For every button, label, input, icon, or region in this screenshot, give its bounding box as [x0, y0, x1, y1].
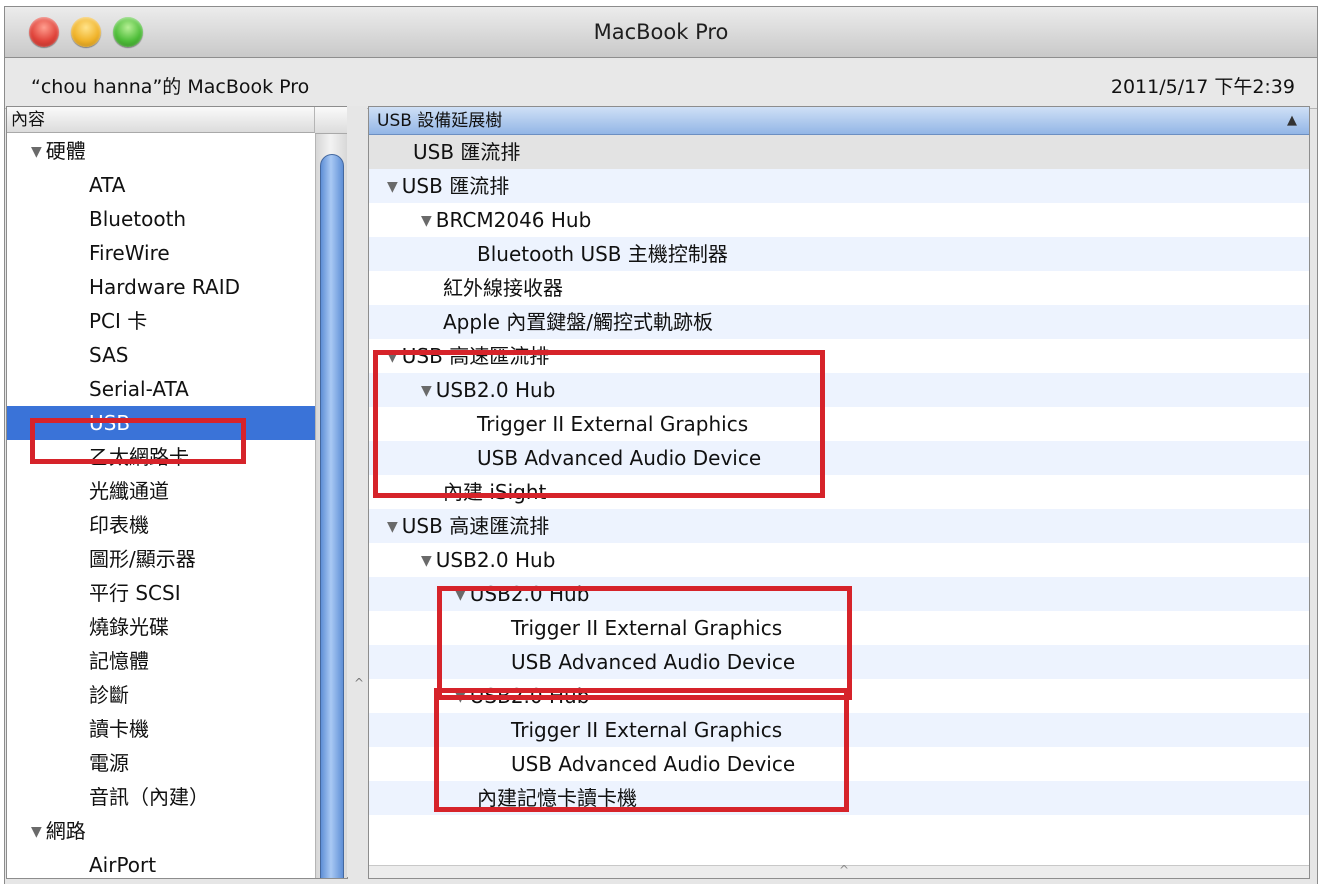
sidebar-item-label: PCI 卡: [89, 309, 148, 333]
title-bar[interactable]: MacBook Pro: [5, 7, 1317, 58]
sidebar-item-label: Bluetooth: [89, 207, 187, 231]
sidebar-item[interactable]: 診斷: [7, 678, 315, 712]
tree-row-label: 紅外線接收器: [443, 276, 563, 300]
tree-row-label: USB 匯流排: [413, 140, 521, 164]
tree-row[interactable]: ▼ USB 匯流排: [369, 169, 1309, 203]
divider-grip-icon: ^: [354, 676, 365, 690]
split-view-divider[interactable]: ^: [347, 106, 367, 877]
sidebar-item[interactable]: Hardware RAID: [7, 270, 315, 304]
tree-row[interactable]: ▼ USB2.0 Hub: [369, 543, 1309, 577]
sidebar-item-label: 印表機: [89, 513, 149, 537]
sidebar-item-label: 記憶體: [89, 649, 149, 673]
sidebar-item[interactable]: 光纖通道: [7, 474, 315, 508]
sidebar-item-label: SAS: [89, 343, 129, 367]
sidebar-item-label: 燒錄光碟: [89, 615, 169, 639]
sidebar-category[interactable]: ▼ 網路: [7, 814, 315, 848]
sidebar-header[interactable]: 內容: [7, 107, 315, 133]
sidebar-scroll-thumb[interactable]: [320, 154, 344, 878]
sidebar-item[interactable]: 讀卡機: [7, 712, 315, 746]
disclosure-triangle-icon[interactable]: ▼: [387, 519, 398, 535]
highlight-box-hub-1: [373, 350, 825, 498]
info-bar: “chou hanna”的 MacBook Pro 2011/5/17 下午2:…: [5, 58, 1317, 109]
sidebar-item-label: AirPort: [89, 853, 157, 877]
disclosure-triangle-icon[interactable]: ▼: [31, 824, 42, 840]
disclosure-triangle-icon[interactable]: ▼: [387, 179, 398, 195]
tree-row[interactable]: 紅外線接收器: [369, 271, 1309, 305]
sidebar-item[interactable]: FireWire: [7, 236, 315, 270]
sidebar-item-label: 光纖通道: [89, 479, 169, 503]
sidebar-item-label: 電源: [89, 751, 129, 775]
tree-row[interactable]: Apple 內置鍵盤/觸控式軌跡板: [369, 305, 1309, 339]
sidebar-item-label: 圖形/顯示器: [89, 547, 196, 571]
sidebar-item-label: 音訊（內建）: [89, 785, 209, 809]
highlight-box-hub-2: [437, 586, 852, 700]
sidebar-item[interactable]: Serial-ATA: [7, 372, 315, 406]
sidebar-item-label: 診斷: [89, 683, 129, 707]
disclosure-triangle-icon[interactable]: ▼: [421, 213, 432, 229]
tree-row[interactable]: USB 匯流排: [369, 135, 1309, 169]
sidebar-item[interactable]: 圖形/顯示器: [7, 542, 315, 576]
sidebar-item[interactable]: 音訊（內建）: [7, 780, 315, 814]
sidebar-header-corner: [315, 107, 347, 134]
sort-ascending-icon[interactable]: ▲: [1287, 107, 1297, 135]
disclosure-triangle-icon[interactable]: ▼: [421, 553, 432, 569]
sidebar-item[interactable]: 燒錄光碟: [7, 610, 315, 644]
panel-resize-bar[interactable]: ^: [369, 863, 1309, 878]
machine-name: “chou hanna”的 MacBook Pro: [31, 76, 310, 98]
sidebar-item-label: Serial-ATA: [89, 377, 189, 401]
sidebar-item[interactable]: PCI 卡: [7, 304, 315, 338]
highlight-box-hub-3: [434, 688, 849, 812]
sidebar-item-label: 網路: [45, 819, 86, 843]
sidebar-item[interactable]: 記憶體: [7, 644, 315, 678]
sidebar-item[interactable]: SAS: [7, 338, 315, 372]
tree-row[interactable]: Bluetooth USB 主機控制器: [369, 237, 1309, 271]
sidebar-item[interactable]: 印表機: [7, 508, 315, 542]
sidebar-item[interactable]: ATA: [7, 168, 315, 202]
disclosure-triangle-icon[interactable]: ▼: [31, 144, 42, 160]
tree-row-label: USB2.0 Hub: [435, 548, 556, 572]
window-title: MacBook Pro: [593, 20, 729, 44]
tree-row[interactable]: ▼ BRCM2046 Hub: [369, 203, 1309, 237]
highlight-box-usb-sidebar: [30, 418, 246, 464]
sidebar-item-label: 讀卡機: [89, 717, 149, 741]
sidebar-item[interactable]: Bluetooth: [7, 202, 315, 236]
sidebar-item-label: ATA: [89, 173, 126, 197]
sidebar-item-label: Hardware RAID: [89, 275, 240, 299]
tree-row-label: Bluetooth USB 主機控制器: [477, 242, 728, 266]
report-datetime: 2011/5/17 下午2:39: [1110, 76, 1295, 98]
tree-column-title: USB 設備延展樹: [377, 111, 503, 131]
sidebar-item[interactable]: AirPort: [7, 848, 315, 878]
resize-grip-icon: ^: [839, 863, 850, 877]
contents-sidebar: 內容 ▼ 硬體 ATA Bluetooth FireWire Hardware RAID P…: [6, 106, 348, 879]
sidebar-item-label: FireWire: [89, 241, 170, 265]
tree-row-label: USB 匯流排: [401, 174, 510, 198]
tree-row[interactable]: ▼ USB 高速匯流排: [369, 509, 1309, 543]
tree-row-label: BRCM2046 Hub: [435, 208, 592, 232]
sidebar-item[interactable]: 平行 SCSI: [7, 576, 315, 610]
tree-row-label: Apple 內置鍵盤/觸控式軌跡板: [443, 310, 714, 334]
sidebar-item-label: 硬體: [45, 139, 86, 163]
sidebar-list: ▼ 硬體 ATA Bluetooth FireWire Hardware RAID PCI …: [7, 134, 315, 878]
sidebar-category[interactable]: ▼ 硬體: [7, 134, 315, 168]
tree-column-header[interactable]: USB 設備延展樹 ▲: [369, 107, 1309, 135]
tree-row-label: USB 高速匯流排: [401, 514, 550, 538]
sidebar-item-label: 平行 SCSI: [89, 581, 181, 605]
sidebar-scrollbar[interactable]: [315, 134, 347, 878]
sidebar-item[interactable]: 電源: [7, 746, 315, 780]
